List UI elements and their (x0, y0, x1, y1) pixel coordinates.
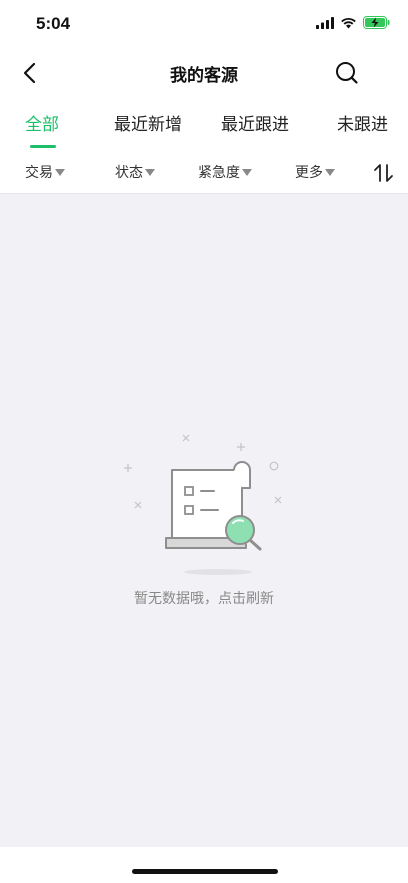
filter-urgency[interactable]: 紧急度 (198, 162, 252, 182)
filter-status-label: 状态 (115, 165, 143, 181)
tab-recently-followed[interactable]: 最近跟进 (221, 110, 289, 135)
empty-state[interactable]: 暂无数据哦，点击刷新 (0, 430, 408, 620)
caret-down-icon (145, 168, 155, 176)
tab-not-followed[interactable]: 未跟进 (337, 110, 388, 135)
status-icons (316, 16, 390, 29)
search-icon (336, 62, 358, 84)
filter-transaction[interactable]: 交易 (25, 162, 65, 182)
filter-transaction-label: 交易 (25, 165, 53, 181)
empty-state-message[interactable]: 暂无数据哦，点击刷新 (0, 588, 408, 608)
filter-status[interactable]: 状态 (115, 162, 155, 182)
status-time: 5:04 (36, 14, 71, 33)
empty-document-illustration (124, 434, 282, 575)
sort-icon (374, 164, 393, 182)
tab-bar: 全部 最近新增 最近跟进 未跟进 (0, 96, 408, 152)
tab-all[interactable]: 全部 (25, 110, 59, 135)
wifi-icon (341, 17, 356, 28)
signal-icon (316, 16, 334, 29)
filter-bar: 交易 状态 紧急度 更多 (0, 152, 408, 194)
filter-urgency-label: 紧急度 (198, 165, 240, 181)
caret-down-icon (55, 168, 65, 176)
filter-more-label: 更多 (295, 165, 323, 181)
filter-more[interactable]: 更多 (295, 162, 335, 182)
home-indicator[interactable] (132, 869, 278, 874)
tab-active-indicator (30, 145, 56, 148)
sort-button[interactable] (372, 162, 398, 184)
caret-down-icon (242, 168, 252, 176)
search-button[interactable] (330, 56, 364, 90)
nav-bar: 我的客源 (0, 50, 408, 96)
home-area (0, 847, 408, 883)
caret-down-icon (325, 168, 335, 176)
battery-charging-icon (363, 16, 390, 29)
tab-recently-added[interactable]: 最近新增 (114, 110, 182, 135)
status-bar: 5:04 (0, 0, 408, 50)
